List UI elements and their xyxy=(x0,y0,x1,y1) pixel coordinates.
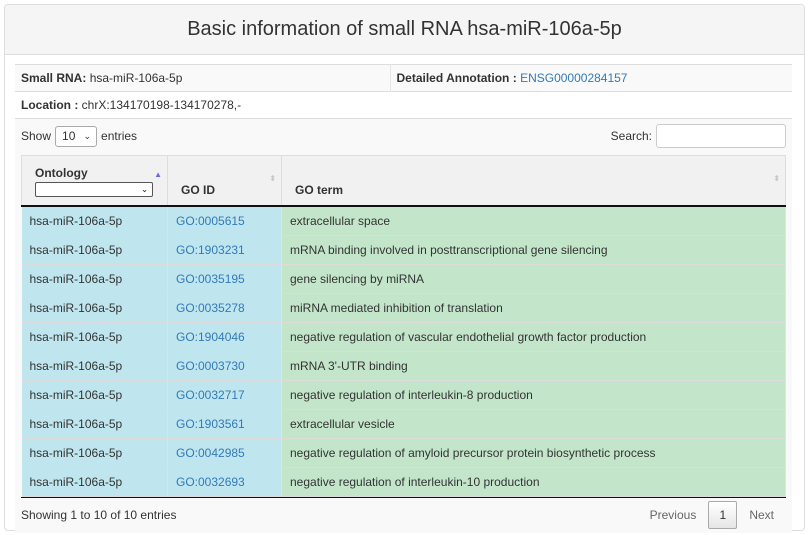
datatable-wrapper: Show 10 ⌄ entries Search: Ontology ⌄ ▲ G… xyxy=(15,119,792,533)
ontology-cell: hsa-miR-106a-5p xyxy=(21,235,168,265)
page-1-button[interactable]: 1 xyxy=(708,501,738,529)
go-term-cell: negative regulation of amyloid precursor… xyxy=(281,438,786,468)
pagination: Previous 1 Next xyxy=(638,501,786,529)
go-id-cell: GO:0032717 xyxy=(167,380,282,410)
go-id-link[interactable]: GO:0035195 xyxy=(176,272,245,286)
column-header-label: Ontology xyxy=(35,166,88,180)
entries-select-value: 10 xyxy=(62,129,76,143)
go-id-link[interactable]: GO:0042985 xyxy=(176,446,245,460)
go-term-cell: extracellular space xyxy=(281,206,786,236)
table-row: hsa-miR-106a-5p GO:0032717 negative regula… xyxy=(21,380,786,410)
go-id-cell: GO:0035278 xyxy=(167,293,282,323)
ontology-cell: hsa-miR-106a-5p xyxy=(21,206,168,236)
search-label: Search: xyxy=(610,129,652,143)
go-term-cell: negative regulation of vascular endothel… xyxy=(281,322,786,352)
table-row: hsa-miR-106a-5p GO:0035278 miRNA mediated … xyxy=(21,293,786,323)
annotation-cell: Detailed Annotation : ENSG00000284157 xyxy=(390,64,792,92)
ontology-cell: hsa-miR-106a-5p xyxy=(21,438,168,468)
go-id-cell: GO:0003730 xyxy=(167,351,282,381)
sort-icon: ⬍ xyxy=(269,174,276,183)
search-control: Search: xyxy=(611,124,786,148)
go-term-cell: mRNA 3'-UTR binding xyxy=(281,351,786,381)
chevron-down-icon: ⌄ xyxy=(83,130,92,141)
table-row: hsa-miR-106a-5p GO:1904046 negative regula… xyxy=(21,322,786,352)
small-rna-value: hsa-miR-106a-5p xyxy=(89,71,183,85)
table-row: hsa-miR-106a-5p GO:0035195 gene silencing … xyxy=(21,264,786,294)
ontology-cell: hsa-miR-106a-5p xyxy=(21,380,168,410)
info-panel: Basic information of small RNA hsa-miR-1… xyxy=(4,4,805,533)
annotation-link[interactable]: ENSG00000284157 xyxy=(520,71,627,85)
go-id-link[interactable]: GO:0032693 xyxy=(176,475,245,489)
show-label: Show xyxy=(21,129,52,143)
panel-heading: Basic information of small RNA hsa-miR-1… xyxy=(5,5,804,55)
entries-length-control: Show 10 ⌄ entries xyxy=(21,125,138,147)
page-title: Basic information of small RNA hsa-miR-1… xyxy=(187,18,622,40)
column-header-go-id[interactable]: GO ID ⬍ xyxy=(167,155,282,207)
table-row: hsa-miR-106a-5p GO:1903231 mRNA binding in… xyxy=(21,235,786,265)
ontology-cell: hsa-miR-106a-5p xyxy=(21,351,168,381)
previous-button[interactable]: Previous xyxy=(638,501,709,529)
go-id-link[interactable]: GO:1903231 xyxy=(176,243,245,257)
ontology-filter-select[interactable]: ⌄ xyxy=(35,182,153,197)
location-value: chrX:134170198-134170278,- xyxy=(81,98,242,112)
panel-body: Small RNA: hsa-miR-106a-5p Detailed Anno… xyxy=(5,55,804,533)
table-header-row: Ontology ⌄ ▲ GO ID ⬍ GO term ⬍ xyxy=(21,155,786,207)
table-row: hsa-miR-106a-5p GO:1903561 extracellular v… xyxy=(21,409,786,439)
go-id-link[interactable]: GO:1904046 xyxy=(176,330,245,344)
column-header-label: GO ID xyxy=(181,183,216,197)
go-id-link[interactable]: GO:1903561 xyxy=(176,417,245,431)
sort-icon: ⬍ xyxy=(773,174,780,183)
next-button[interactable]: Next xyxy=(737,501,786,529)
go-term-cell: gene silencing by miRNA xyxy=(281,264,786,294)
datatable-controls: Show 10 ⌄ entries Search: xyxy=(21,119,786,153)
go-id-link[interactable]: GO:0035278 xyxy=(176,301,245,315)
go-term-cell: extracellular vesicle xyxy=(281,409,786,439)
location-label: Location : xyxy=(21,98,79,112)
table-info: Showing 1 to 10 of 10 entries xyxy=(21,508,177,522)
go-id-cell: GO:0005615 xyxy=(167,206,282,236)
go-id-cell: GO:1903231 xyxy=(167,235,282,265)
chevron-down-icon: ⌄ xyxy=(141,185,148,194)
table-row: hsa-miR-106a-5p GO:0005615 extracellular s… xyxy=(21,206,786,236)
column-header-ontology[interactable]: Ontology ⌄ ▲ xyxy=(21,155,168,207)
table-body: hsa-miR-106a-5p GO:0005615 extracellular s… xyxy=(21,206,786,497)
ontology-cell: hsa-miR-106a-5p xyxy=(21,322,168,352)
ontology-cell: hsa-miR-106a-5p xyxy=(21,409,168,439)
info-row-rna: Small RNA: hsa-miR-106a-5p Detailed Anno… xyxy=(15,64,792,92)
annotation-label: Detailed Annotation : xyxy=(396,71,517,85)
go-id-cell: GO:1904046 xyxy=(167,322,282,352)
small-rna-label: Small RNA: xyxy=(21,71,87,85)
small-rna-cell: Small RNA: hsa-miR-106a-5p xyxy=(15,64,391,92)
datatable-footer: Showing 1 to 10 of 10 entries Previous 1… xyxy=(21,496,786,533)
ontology-cell: hsa-miR-106a-5p xyxy=(21,264,168,294)
table-row: hsa-miR-106a-5p GO:0032693 negative regula… xyxy=(21,467,786,497)
entries-select[interactable]: 10 ⌄ xyxy=(55,125,98,147)
table-row: hsa-miR-106a-5p GO:0003730 mRNA 3'-UTR bin… xyxy=(21,351,786,381)
entries-label: entries xyxy=(101,129,138,143)
go-term-cell: negative regulation of interleukin-10 pr… xyxy=(281,467,786,497)
ontology-cell: hsa-miR-106a-5p xyxy=(21,467,168,497)
go-id-link[interactable]: GO:0032717 xyxy=(176,388,245,402)
ontology-cell: hsa-miR-106a-5p xyxy=(21,293,168,323)
go-term-cell: mRNA binding involved in posttranscripti… xyxy=(281,235,786,265)
go-id-link[interactable]: GO:0005615 xyxy=(176,214,245,228)
go-id-cell: GO:1903561 xyxy=(167,409,282,439)
go-table: Ontology ⌄ ▲ GO ID ⬍ GO term ⬍ hsa-miR-1… xyxy=(21,155,786,497)
location-cell: Location : chrX:134170198-134170278,- xyxy=(15,91,792,119)
table-row: hsa-miR-106a-5p GO:0042985 negative regula… xyxy=(21,438,786,468)
info-row-location: Location : chrX:134170198-134170278,- xyxy=(15,91,792,119)
column-header-go-term[interactable]: GO term ⬍ xyxy=(281,155,786,207)
go-term-cell: negative regulation of interleukin-8 pro… xyxy=(281,380,786,410)
column-header-label: GO term xyxy=(295,183,344,197)
search-input[interactable] xyxy=(656,124,786,148)
go-id-link[interactable]: GO:0003730 xyxy=(176,359,245,373)
sort-ascending-icon: ▲ xyxy=(154,170,162,179)
go-id-cell: GO:0042985 xyxy=(167,438,282,468)
go-term-cell: miRNA mediated inhibition of translation xyxy=(281,293,786,323)
go-id-cell: GO:0032693 xyxy=(167,467,282,497)
go-id-cell: GO:0035195 xyxy=(167,264,282,294)
info-table: Small RNA: hsa-miR-106a-5p Detailed Anno… xyxy=(15,64,792,119)
